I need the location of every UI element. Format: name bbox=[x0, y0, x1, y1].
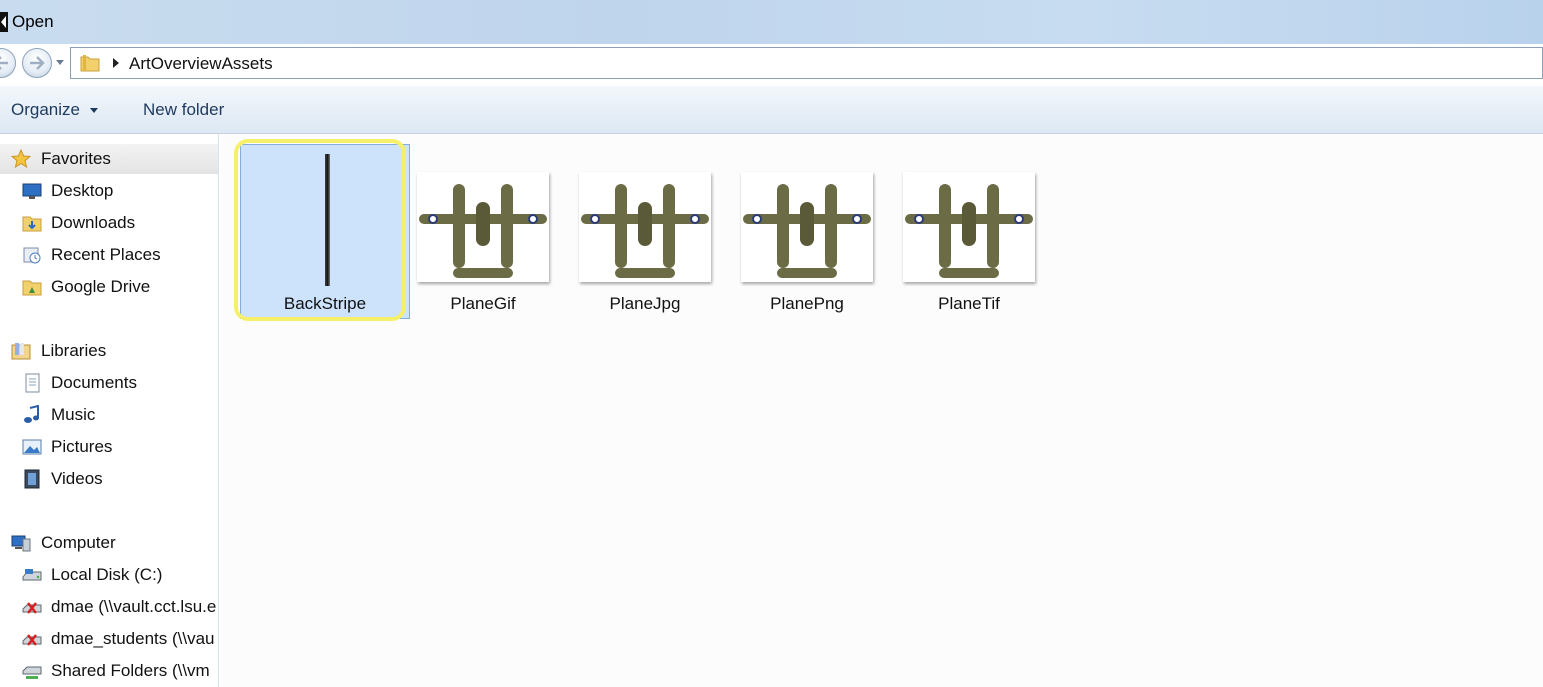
nav-item-label: Recent Places bbox=[51, 245, 161, 264]
breadcrumb-arrow-icon[interactable] bbox=[113, 58, 119, 68]
plane-icon bbox=[419, 184, 547, 278]
nav-item-dmae-students-drive[interactable]: dmae_students (\\vau bbox=[0, 624, 218, 654]
documents-icon bbox=[25, 373, 40, 393]
file-name: PlaneJpg bbox=[609, 294, 681, 313]
plane-icon bbox=[743, 184, 871, 278]
navigation-pane: Favorites Desktop Downloads Recent Place… bbox=[0, 134, 219, 687]
nav-item-label: Shared Folders (\\vm bbox=[51, 661, 210, 680]
nav-item-pictures[interactable]: Pictures bbox=[0, 432, 218, 462]
back-button[interactable] bbox=[0, 48, 16, 78]
file-list: BackStripe PlaneGif PlaneJpg PlanePng Pl… bbox=[220, 134, 1543, 687]
plane-thumbnail bbox=[417, 172, 549, 282]
nav-group-computer[interactable]: Computer bbox=[0, 528, 218, 558]
folder-icon bbox=[80, 55, 100, 72]
nav-group-label: Computer bbox=[41, 533, 116, 552]
disconnected-drive-icon bbox=[22, 634, 42, 646]
local-disk-icon bbox=[22, 569, 42, 581]
nav-item-desktop[interactable]: Desktop bbox=[0, 176, 218, 206]
file-name: BackStripe bbox=[283, 294, 367, 313]
nav-item-documents[interactable]: Documents bbox=[0, 368, 218, 398]
file-name: PlaneGif bbox=[450, 294, 516, 313]
nav-item-label: Desktop bbox=[51, 181, 114, 200]
window-title: Open bbox=[12, 12, 54, 31]
nav-item-label: dmae_students (\\vau bbox=[51, 629, 215, 648]
file-item-planegif[interactable]: PlaneGif bbox=[404, 134, 562, 314]
disconnected-drive-icon bbox=[22, 602, 42, 614]
plane-icon bbox=[905, 184, 1033, 278]
nav-group-label: Favorites bbox=[41, 149, 111, 168]
nav-item-dmae-drive[interactable]: dmae (\\vault.cct.lsu.e bbox=[0, 592, 218, 622]
nav-group-libraries[interactable]: Libraries bbox=[0, 336, 218, 366]
nav-group-label: Libraries bbox=[41, 341, 107, 360]
stripe-thumbnail bbox=[325, 154, 330, 286]
file-item-planejpg[interactable]: PlaneJpg bbox=[566, 134, 724, 314]
plane-thumbnail bbox=[741, 172, 873, 282]
network-drive-icon bbox=[22, 666, 42, 679]
forward-arrow-icon bbox=[30, 56, 45, 70]
computer-icon bbox=[11, 535, 31, 552]
nav-item-label: Google Drive bbox=[51, 277, 151, 296]
breadcrumb-current-folder[interactable]: ArtOverviewAssets bbox=[129, 54, 273, 74]
star-icon bbox=[11, 149, 31, 169]
nav-item-google-drive[interactable]: Google Drive bbox=[0, 272, 218, 302]
file-name: PlaneTif bbox=[938, 294, 1000, 313]
nav-item-label: Music bbox=[51, 405, 96, 424]
new-folder-button[interactable]: New folder bbox=[143, 100, 224, 120]
nav-item-downloads[interactable]: Downloads bbox=[0, 208, 218, 238]
file-item-backstripe[interactable]: BackStripe bbox=[234, 134, 410, 321]
nav-item-videos[interactable]: Videos bbox=[0, 464, 218, 494]
address-bar[interactable]: ArtOverviewAssets bbox=[70, 47, 1543, 79]
plane-icon bbox=[581, 184, 709, 278]
nav-item-label: Videos bbox=[51, 469, 103, 488]
pictures-icon bbox=[22, 439, 42, 455]
command-bar: Organize New folder bbox=[0, 86, 1543, 134]
nav-group-favorites[interactable]: Favorites bbox=[0, 144, 218, 174]
title-bar: Open bbox=[0, 0, 1543, 44]
file-item-planetif[interactable]: PlaneTif bbox=[890, 134, 1048, 314]
app-icon bbox=[0, 12, 8, 32]
nav-item-music[interactable]: Music bbox=[0, 400, 218, 430]
nav-item-shared-folders[interactable]: Shared Folders (\\vm bbox=[0, 656, 218, 686]
recent-locations-dropdown[interactable] bbox=[56, 60, 64, 65]
recent-places-icon bbox=[23, 247, 41, 264]
nav-item-recent-places[interactable]: Recent Places bbox=[0, 240, 218, 270]
nav-item-label: dmae (\\vault.cct.lsu.e bbox=[51, 597, 217, 616]
file-name: PlanePng bbox=[770, 294, 844, 313]
forward-button[interactable] bbox=[22, 48, 52, 78]
file-item-planepng[interactable]: PlanePng bbox=[728, 134, 886, 314]
nav-item-local-disk[interactable]: Local Disk (C:) bbox=[0, 560, 218, 590]
libraries-icon bbox=[11, 343, 31, 360]
downloads-folder-icon bbox=[22, 216, 42, 232]
back-arrow-icon bbox=[0, 56, 8, 70]
organize-caret-icon[interactable] bbox=[90, 108, 98, 113]
music-icon bbox=[24, 405, 39, 423]
google-drive-folder-icon bbox=[22, 280, 42, 296]
nav-item-label: Documents bbox=[51, 373, 137, 392]
nav-item-label: Downloads bbox=[51, 213, 136, 232]
plane-thumbnail bbox=[579, 172, 711, 282]
videos-icon bbox=[24, 469, 40, 489]
nav-item-label: Pictures bbox=[51, 437, 113, 456]
organize-button[interactable]: Organize bbox=[11, 100, 80, 120]
nav-item-label: Local Disk (C:) bbox=[51, 565, 163, 584]
desktop-icon bbox=[22, 183, 42, 199]
plane-thumbnail bbox=[903, 172, 1035, 282]
